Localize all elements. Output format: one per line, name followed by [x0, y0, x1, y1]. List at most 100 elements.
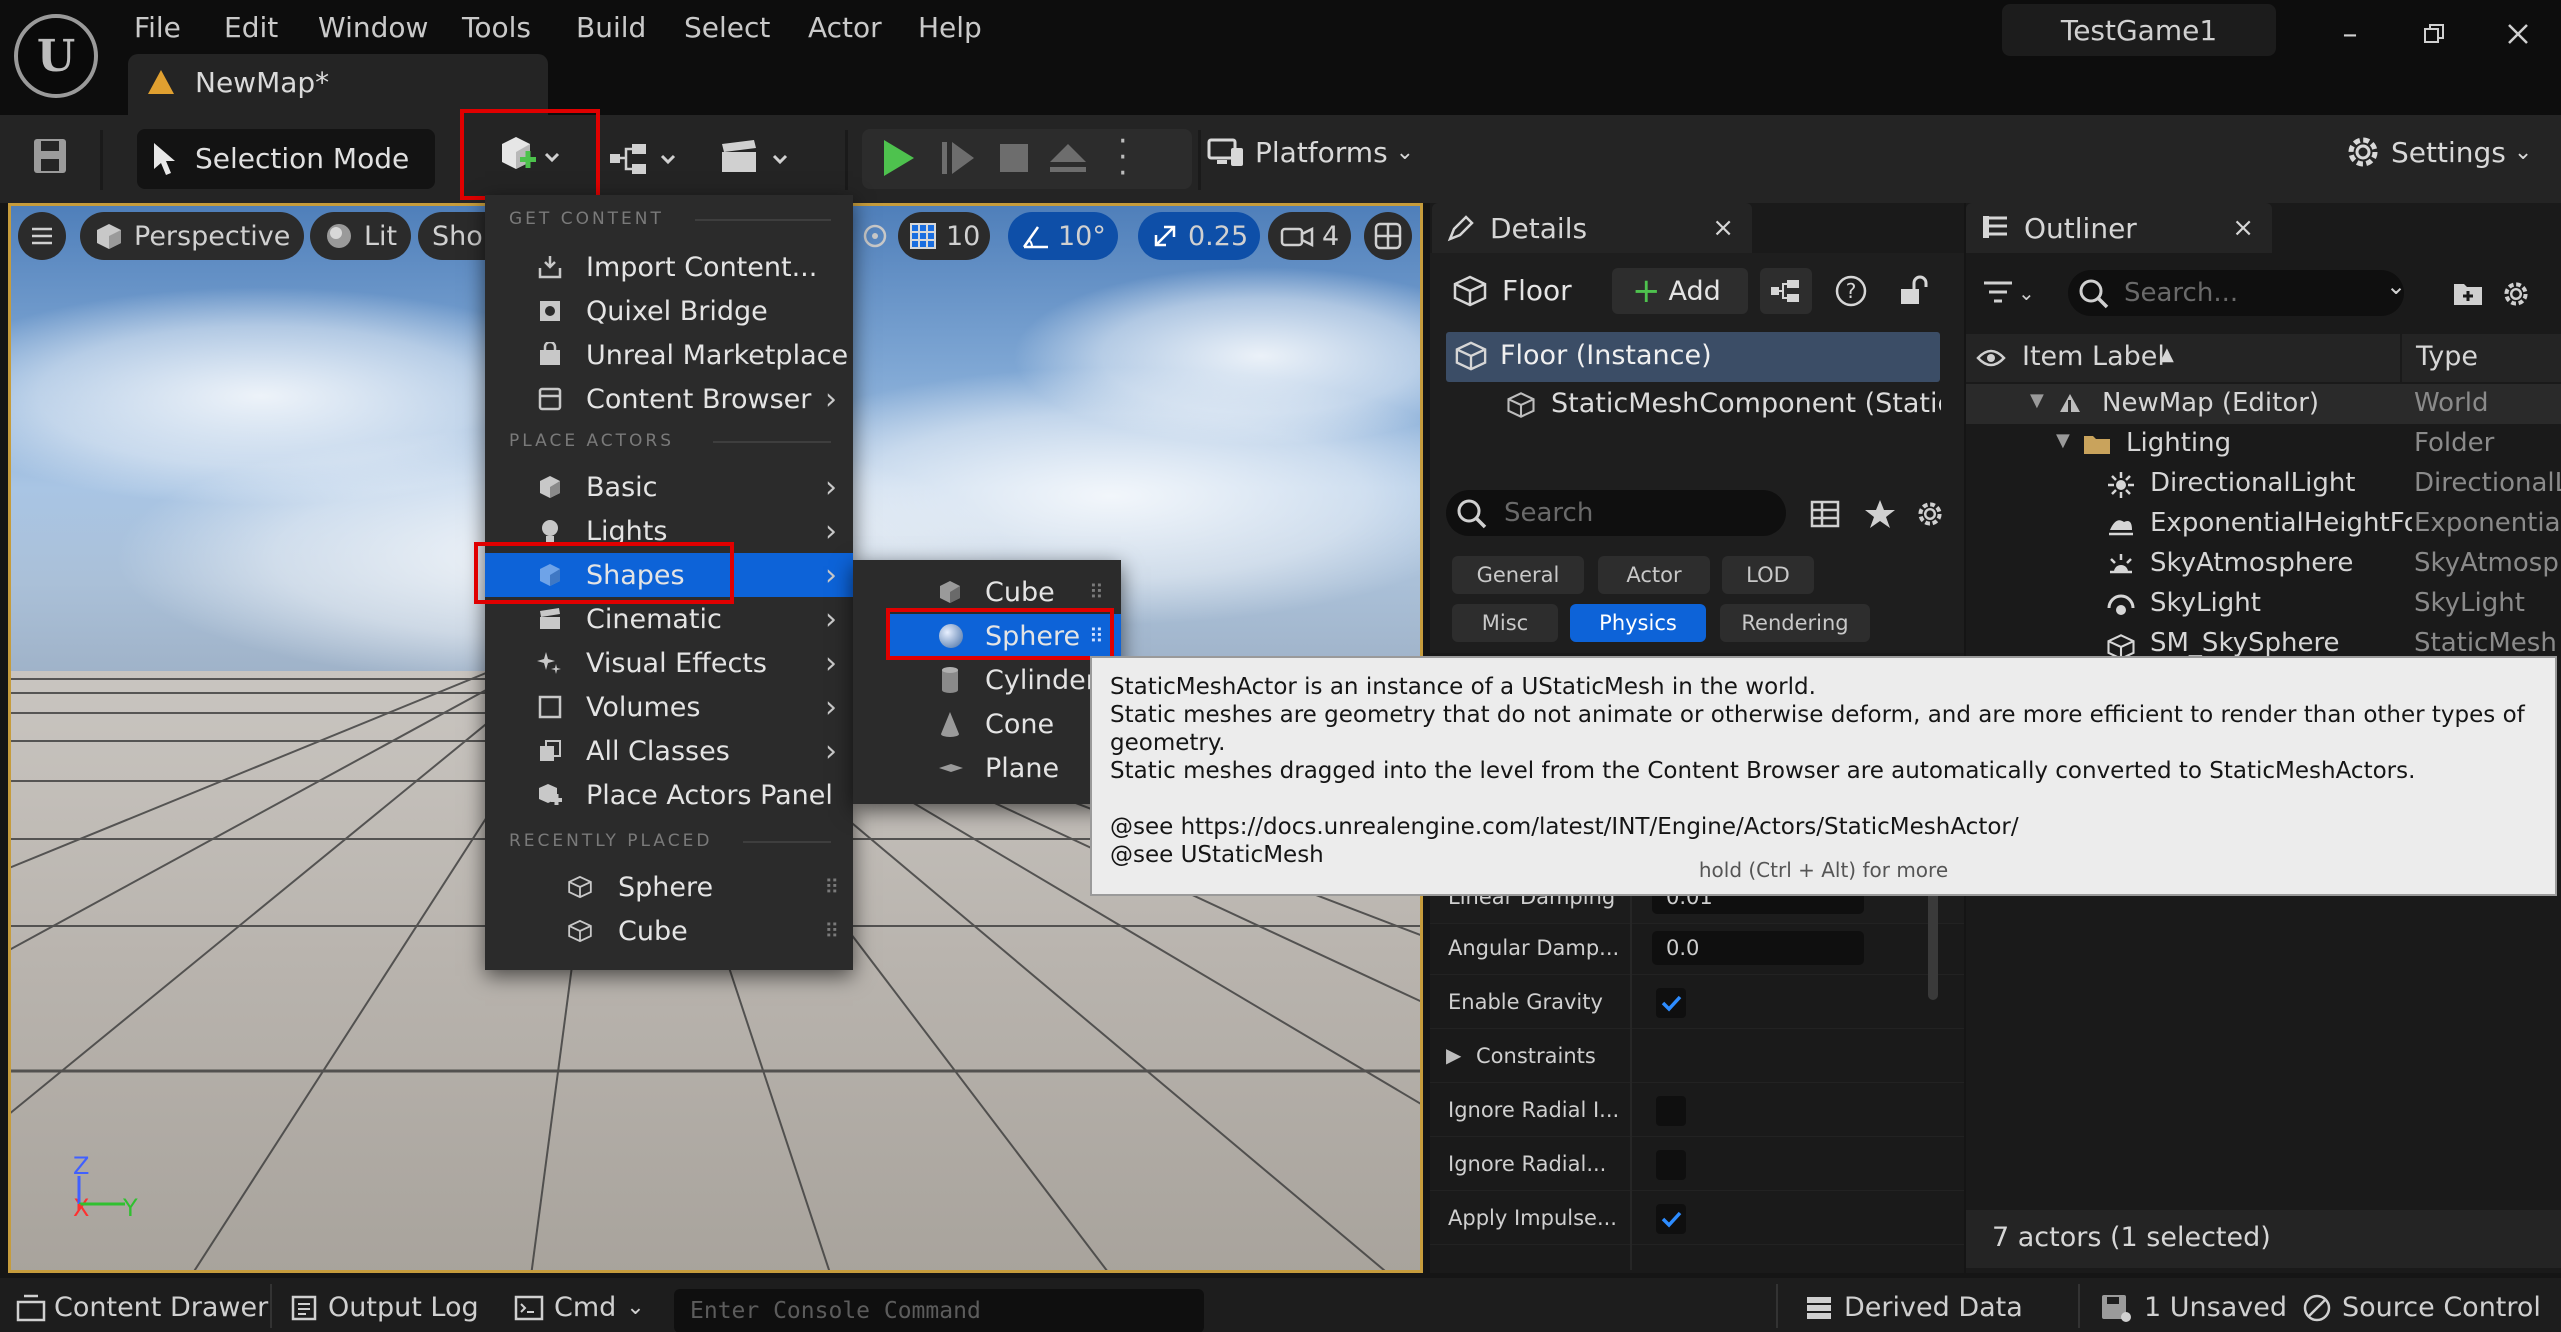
menu-build[interactable]: Build [576, 6, 646, 50]
new-folder-icon[interactable] [2452, 278, 2484, 308]
selection-mode-dropdown[interactable]: Selection Mode ⌄ [137, 129, 435, 234]
filter-actor[interactable]: Actor [1598, 556, 1710, 594]
table-view-icon[interactable] [1810, 500, 1840, 528]
menu-tools[interactable]: Tools [462, 6, 531, 50]
filter-lod[interactable]: LOD [1722, 556, 1814, 594]
derived-data-button[interactable]: Derived Data [1804, 1292, 2023, 1323]
cinematics-button[interactable] [716, 134, 796, 188]
transform-mode-button[interactable] [856, 212, 894, 260]
apply-impulse-checkbox[interactable] [1656, 1204, 1686, 1234]
play-icon[interactable] [876, 136, 920, 180]
menu-item-unreal-marketplace[interactable]: Unreal Marketplace [485, 333, 853, 377]
recent-item-cube[interactable]: Cube ⠿ [485, 909, 853, 953]
filter-rendering[interactable]: Rendering [1720, 604, 1870, 642]
enable-gravity-checkbox[interactable] [1656, 988, 1686, 1018]
shape-item-cone[interactable]: Cone [853, 702, 1121, 746]
details-tab[interactable]: Details × [1432, 203, 1752, 253]
stop-icon[interactable] [992, 136, 1036, 180]
menu-item-content-browser[interactable]: Content Browser › [485, 377, 853, 421]
minimize-button[interactable]: – [2320, 12, 2380, 56]
filter-physics[interactable]: Physics [1570, 604, 1706, 642]
menu-item-visual-effects[interactable]: Visual Effects › [485, 641, 853, 685]
unreal-logo-icon[interactable]: U [14, 14, 98, 98]
cmd-dropdown[interactable]: Cmd ⌄ [514, 1292, 645, 1323]
blueprint-convert-button[interactable] [1760, 268, 1812, 314]
level-tab[interactable] [128, 54, 548, 115]
platforms-button[interactable]: Platforms ⌄ [1205, 132, 1414, 172]
outliner-row[interactable]: SM_SkySphere StaticMesh [1966, 624, 2561, 656]
play-options-icon[interactable]: · · · [1118, 127, 1128, 189]
details-scrollbar[interactable] [1928, 890, 1938, 1000]
shape-item-plane[interactable]: Plane [853, 746, 1121, 790]
console-input[interactable]: Enter Console Command [674, 1289, 1204, 1332]
menu-item-import-content[interactable]: Import Content... [485, 245, 853, 289]
collapse-arrow-icon[interactable]: ▼ [2030, 390, 2044, 411]
outliner-tab[interactable]: Outliner × [1966, 203, 2272, 253]
menu-item-volumes[interactable]: Volumes › [485, 685, 853, 729]
settings-button[interactable]: Settings ⌄ [2343, 132, 2532, 172]
menu-window[interactable]: Window [318, 6, 428, 50]
filter-misc[interactable]: Misc [1452, 604, 1558, 642]
component-label[interactable]: StaticMeshComponent (StaticM [1551, 388, 1941, 419]
eye-icon[interactable] [1976, 346, 2006, 370]
outliner-row[interactable]: ▼ Lighting Folder [1966, 424, 2561, 464]
menu-select[interactable]: Select [684, 6, 770, 50]
advance-frame-icon[interactable] [936, 136, 980, 180]
outliner-row[interactable]: DirectionalLight DirectionalL [1966, 464, 2561, 504]
ignore-radial-force-checkbox[interactable] [1656, 1150, 1686, 1180]
rotation-snap-button[interactable]: 10° [1008, 212, 1118, 260]
filter-general[interactable]: General [1452, 556, 1584, 594]
content-drawer-button[interactable]: Content Drawer [16, 1292, 268, 1323]
quick-add-button[interactable] [494, 132, 584, 186]
menu-file[interactable]: File [134, 6, 181, 50]
viewport-menu-button[interactable] [18, 212, 66, 260]
blueprint-button[interactable] [606, 134, 686, 188]
close-icon[interactable]: × [2232, 213, 2254, 243]
close-icon[interactable]: × [1712, 213, 1734, 243]
expand-arrow-icon[interactable]: ▶ [1446, 1043, 1461, 1067]
gear-icon[interactable] [1914, 498, 1946, 530]
menu-item-quixel-bridge[interactable]: Quixel Bridge [485, 289, 853, 333]
drag-handle-icon[interactable]: ⠿ [824, 919, 839, 943]
help-icon[interactable]: ? [1834, 274, 1868, 308]
eject-icon[interactable] [1046, 136, 1090, 180]
menu-item-basic[interactable]: Basic › [485, 465, 853, 509]
outliner-row[interactable]: ExponentialHeightFo Exponential [1966, 504, 2561, 544]
menu-edit[interactable]: Edit [224, 6, 278, 50]
output-log-button[interactable]: Output Log [290, 1292, 479, 1323]
star-icon[interactable] [1864, 498, 1896, 530]
ignore-radial-impulse-checkbox[interactable] [1656, 1096, 1686, 1126]
outliner-row[interactable]: ▼ NewMap (Editor) World [1966, 384, 2561, 424]
outliner-row[interactable]: SkyAtmosphere SkyAtmosp [1966, 544, 2561, 584]
viewport-layout-button[interactable] [1364, 212, 1412, 260]
unlock-icon[interactable] [1896, 274, 1930, 308]
grid-snap-button[interactable]: 10 [898, 212, 991, 260]
scale-snap-button[interactable]: 0.25 [1138, 212, 1261, 260]
recent-item-sphere[interactable]: Sphere ⠿ [485, 865, 853, 909]
camera-speed-button[interactable]: 4 [1268, 212, 1352, 260]
shape-item-cylinder[interactable]: Cylinder [853, 658, 1121, 702]
column-item-label[interactable]: Item Label [2022, 341, 2165, 372]
add-component-button[interactable]: + Add [1612, 268, 1748, 314]
lit-button[interactable]: Lit [310, 212, 412, 260]
unsaved-button[interactable]: 1 Unsaved [2100, 1292, 2287, 1323]
perspective-button[interactable]: Perspective [80, 212, 305, 260]
menu-actor[interactable]: Actor [808, 6, 882, 50]
angular-damping-input[interactable]: 0.0 [1652, 931, 1864, 965]
outliner-filter-button[interactable]: ⌄ [1982, 274, 2048, 312]
details-search-input[interactable]: Search [1446, 490, 1786, 536]
column-type[interactable]: Type [2416, 341, 2478, 372]
source-control-button[interactable]: Source Control [2302, 1292, 2541, 1323]
close-window-button[interactable] [2488, 12, 2548, 56]
menu-item-all-classes[interactable]: All Classes › [485, 729, 853, 773]
outliner-search-input[interactable]: Search... [2068, 270, 2404, 316]
gear-icon[interactable] [2500, 278, 2532, 310]
save-button[interactable] [32, 137, 68, 179]
property-row-constraints[interactable]: ▶ Constraints [1430, 1029, 1964, 1083]
outliner-row[interactable]: SkyLight SkyLight [1966, 584, 2561, 624]
drag-handle-icon[interactable]: ⠿ [824, 875, 839, 899]
restore-button[interactable] [2404, 12, 2464, 56]
menu-help[interactable]: Help [918, 6, 982, 50]
collapse-arrow-icon[interactable]: ▼ [2056, 430, 2070, 451]
drag-handle-icon[interactable]: ⠿ [1089, 580, 1104, 604]
